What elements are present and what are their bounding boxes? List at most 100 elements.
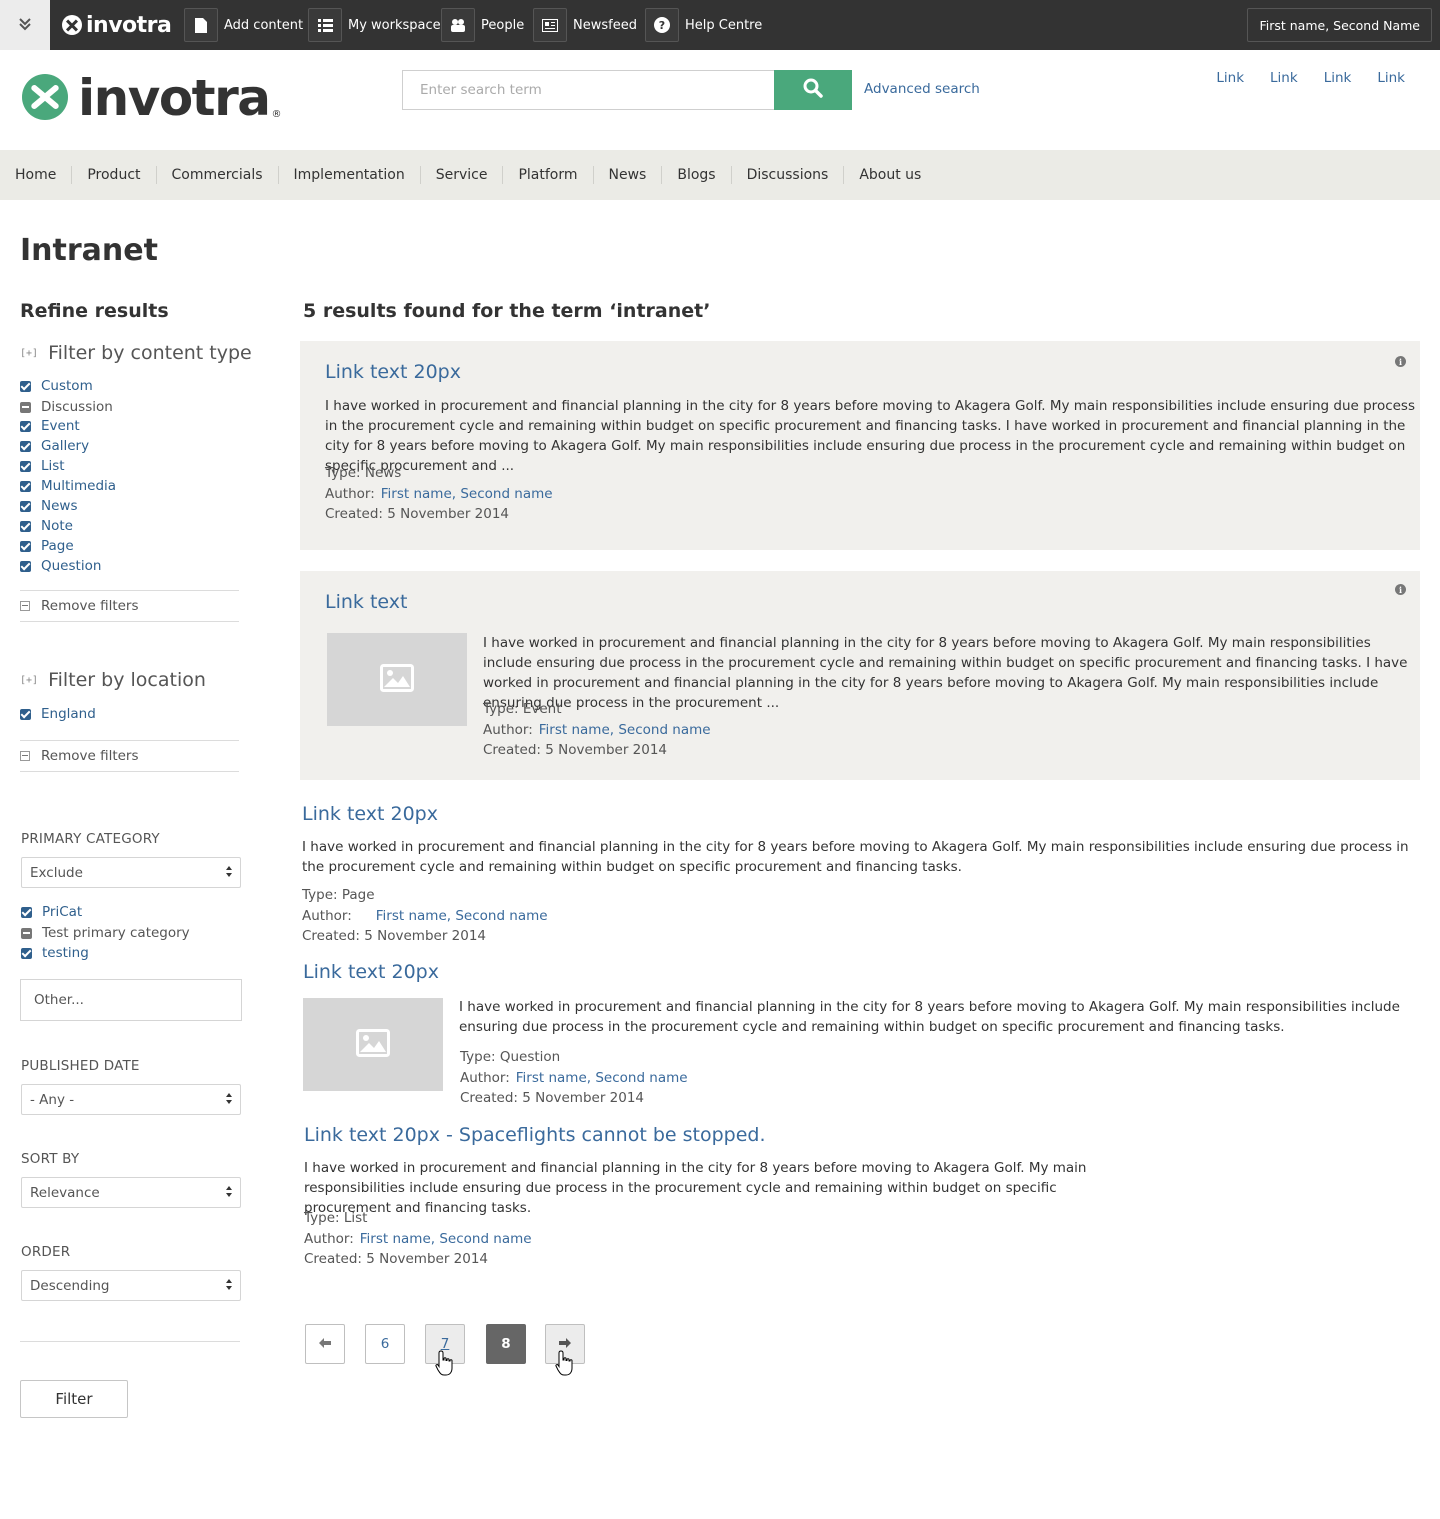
pager-previous-button[interactable] — [305, 1324, 345, 1364]
content-type-filter-item[interactable]: List — [20, 456, 65, 476]
content-type-filter-item[interactable]: Multimedia — [20, 476, 116, 496]
author-link[interactable]: First name, Second name — [381, 486, 553, 502]
content-type-filter-item[interactable]: Gallery — [20, 436, 89, 456]
checkbox-checked[interactable] — [20, 560, 31, 572]
result-title-link[interactable]: Link text 20px — [325, 361, 461, 383]
search-input[interactable]: Enter search term — [402, 70, 775, 110]
help-centre-button[interactable]: ? Help Centre — [645, 0, 762, 50]
checkbox-checked[interactable] — [20, 540, 31, 552]
my-workspace-button[interactable]: My workspace — [308, 0, 441, 50]
checkbox-mixed[interactable] — [21, 927, 32, 939]
result-type: Type: List — [304, 1210, 368, 1226]
category-testing[interactable]: testing — [21, 943, 89, 963]
nav-item-blogs[interactable]: Blogs — [661, 166, 730, 184]
checkbox-checked[interactable] — [20, 440, 31, 452]
people-button[interactable]: People — [441, 0, 524, 50]
select-value: - Any - — [30, 1091, 75, 1108]
nav-item-implementation[interactable]: Implementation — [277, 166, 420, 184]
order-select[interactable]: Descending — [21, 1270, 241, 1301]
result-title-link[interactable]: Link text — [325, 591, 407, 613]
info-icon[interactable]: i — [1395, 356, 1406, 367]
checkbox-checked[interactable] — [20, 480, 31, 492]
result-card: i Link text I have worked in procurement… — [300, 571, 1420, 780]
checkbox-checked[interactable] — [21, 947, 32, 959]
nav-item-about-us[interactable]: About us — [843, 166, 936, 184]
search-button[interactable] — [774, 70, 852, 110]
add-content-button[interactable]: Add content — [184, 0, 303, 50]
advanced-search-link[interactable]: Advanced search — [864, 81, 980, 97]
checkbox-label: testing — [42, 945, 89, 961]
nav-item-news[interactable]: News — [592, 166, 662, 184]
content-type-filter-item[interactable]: Note — [20, 516, 73, 536]
checkbox-checked[interactable] — [20, 380, 31, 392]
header-link[interactable]: Link — [1377, 70, 1405, 86]
result-meta: Type: List Author: First name, Second nam… — [304, 1208, 532, 1270]
published-date-select[interactable]: - Any - — [21, 1084, 241, 1115]
info-icon[interactable]: i — [1395, 584, 1406, 595]
checkbox-checked[interactable] — [20, 460, 31, 472]
filter-button[interactable]: Filter — [20, 1380, 128, 1418]
nav-item-product[interactable]: Product — [71, 166, 155, 184]
checkbox-label: Event — [41, 418, 80, 434]
result-title-link[interactable]: Link text 20px — [303, 961, 439, 983]
sort-by-select[interactable]: Relevance — [21, 1177, 241, 1208]
invotra-logo-icon — [22, 74, 68, 120]
result-card: i Link text 20px I have worked in procur… — [300, 341, 1420, 550]
nav-item-discussions[interactable]: Discussions — [730, 166, 844, 184]
author-link[interactable]: First name, Second name — [360, 1231, 532, 1247]
result-thumbnail[interactable] — [327, 633, 467, 726]
checkbox-checked[interactable] — [20, 708, 31, 720]
header-link[interactable]: Link — [1270, 70, 1298, 86]
header-link[interactable]: Link — [1216, 70, 1244, 86]
nav-item-home[interactable]: Home — [15, 166, 71, 184]
newsfeed-button[interactable]: Newsfeed — [533, 0, 637, 50]
toolbar-logo[interactable]: invotra — [62, 12, 172, 38]
category-pricat[interactable]: PriCat — [21, 902, 82, 922]
nav-item-commercials[interactable]: Commercials — [155, 166, 278, 184]
checkbox-checked[interactable] — [21, 906, 32, 918]
nav-item-service[interactable]: Service — [419, 166, 503, 184]
result-title-link[interactable]: Link text 20px - Spaceflights cannot be … — [304, 1124, 766, 1146]
nav-item-platform[interactable]: Platform — [502, 166, 592, 184]
double-chevron-down-icon — [18, 16, 32, 35]
checkbox-label: England — [41, 706, 96, 722]
svg-text:?: ? — [659, 19, 665, 32]
expand-toggle: [+] — [20, 674, 39, 686]
other-category-input[interactable]: Other... — [20, 979, 242, 1021]
content-type-filter-item[interactable]: Page — [20, 536, 74, 556]
remove-filters-button[interactable]: Remove filters — [20, 596, 139, 616]
site-logo[interactable]: invotra ® — [22, 73, 282, 123]
divider — [20, 771, 239, 772]
author-link[interactable]: First name, Second name — [516, 1070, 688, 1086]
pager-page-link[interactable]: 6 — [365, 1324, 405, 1364]
checkbox-checked[interactable] — [20, 420, 31, 432]
primary-category-select[interactable]: Exclude — [21, 857, 241, 888]
content-type-filter-item[interactable]: Event — [20, 416, 80, 436]
remove-location-filters-button[interactable]: Remove filters — [20, 746, 139, 766]
header-link[interactable]: Link — [1324, 70, 1352, 86]
content-type-filter-item[interactable]: Custom — [20, 376, 93, 396]
collapse-square-icon — [20, 751, 30, 761]
search-icon — [803, 78, 823, 102]
result-title-link[interactable]: Link text 20px — [302, 803, 438, 825]
location-filter-england[interactable]: England — [20, 704, 96, 724]
content-type-filter-item[interactable]: News — [20, 496, 77, 516]
user-menu-button[interactable]: First name, Second Name — [1247, 8, 1432, 42]
location-filter-toggle[interactable]: [+] Filter by location — [20, 669, 206, 691]
checkbox-checked[interactable] — [20, 500, 31, 512]
select-caret-icon — [226, 1093, 232, 1106]
hand-cursor-icon — [435, 1350, 455, 1376]
collapse-menu-button[interactable] — [0, 0, 50, 50]
content-type-filter-toggle[interactable]: [+] Filter by content type — [20, 342, 252, 364]
checkbox-checked[interactable] — [20, 520, 31, 532]
author-link[interactable]: First name, Second name — [376, 908, 548, 924]
author-link[interactable]: First name, Second name — [539, 722, 711, 738]
registered-mark: ® — [271, 109, 282, 120]
content-type-filter-item[interactable]: Discussion — [20, 397, 113, 417]
filter-button-label: Filter — [55, 1390, 93, 1408]
content-type-filter-item[interactable]: Question — [20, 556, 101, 576]
result-thumbnail[interactable] — [303, 998, 443, 1091]
category-test-primary[interactable]: Test primary category — [21, 923, 190, 943]
checkbox-label: Discussion — [41, 399, 113, 415]
checkbox-mixed[interactable] — [20, 401, 31, 413]
